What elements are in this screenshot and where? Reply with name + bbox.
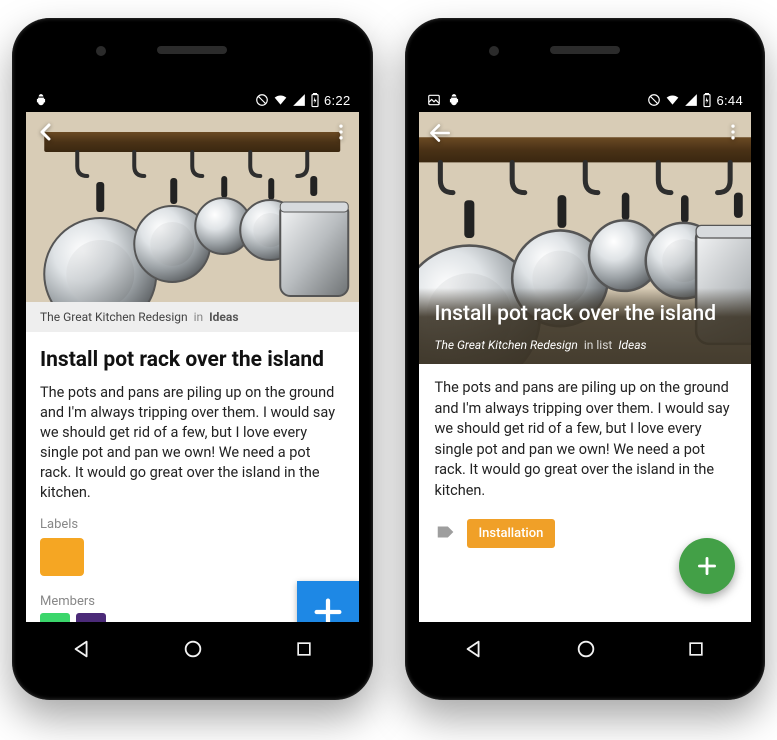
- card-title: Install pot rack over the island: [435, 302, 736, 328]
- battery-icon: [310, 93, 320, 108]
- plus-icon: [694, 553, 720, 579]
- block-icon: [255, 93, 269, 107]
- screen-left: 6:22 The Great Kitchen Redesign in Ideas: [26, 88, 359, 622]
- cover-image: [26, 112, 359, 302]
- content-area: The pots and pans are piling up on the g…: [419, 364, 752, 608]
- card-subtitle: The Great Kitchen Redesign in list Ideas: [435, 338, 736, 352]
- wifi-icon: [665, 93, 680, 107]
- add-fab[interactable]: [297, 581, 359, 622]
- overflow-menu-button[interactable]: [723, 120, 743, 150]
- cover-image: Install pot rack over the island The Gre…: [419, 112, 752, 364]
- android-nav-bar: [26, 628, 359, 674]
- add-fab[interactable]: [679, 538, 735, 594]
- board-name: The Great Kitchen Redesign: [40, 310, 188, 324]
- overflow-menu-button[interactable]: [331, 120, 351, 148]
- bug-icon: [447, 93, 461, 107]
- label-pill[interactable]: Installation: [467, 519, 556, 548]
- hero-overlay: Install pot rack over the island The Gre…: [419, 288, 752, 364]
- phone-left: 6:22 The Great Kitchen Redesign in Ideas: [12, 18, 373, 700]
- android-nav-bar: [419, 628, 752, 674]
- plus-icon: [311, 595, 345, 622]
- nav-back[interactable]: [71, 638, 93, 664]
- card-title: Install pot rack over the island: [40, 348, 345, 373]
- card-description: The pots and pans are piling up on the g…: [435, 378, 736, 501]
- block-icon: [647, 93, 661, 107]
- nav-recent[interactable]: [686, 639, 706, 663]
- signal-icon: [292, 93, 306, 107]
- tag-icon: [435, 521, 457, 547]
- wifi-icon: [273, 93, 288, 107]
- status-bar: 6:22: [26, 88, 359, 112]
- status-time: 6:22: [324, 93, 351, 108]
- board-name: The Great Kitchen Redesign: [435, 338, 578, 352]
- status-bar: 6:44: [419, 88, 752, 112]
- nav-back[interactable]: [463, 638, 485, 664]
- content-area: Install pot rack over the island The pot…: [26, 332, 359, 622]
- member-avatar[interactable]: [76, 613, 106, 622]
- signal-icon: [684, 93, 698, 107]
- status-time: 6:44: [716, 93, 743, 108]
- card-description: The pots and pans are piling up on the g…: [40, 383, 345, 503]
- list-name: Ideas: [618, 338, 646, 352]
- bug-icon: [34, 93, 48, 107]
- labels-heading: Labels: [40, 517, 345, 532]
- meta-bar: The Great Kitchen Redesign in Ideas: [26, 302, 359, 332]
- member-avatar[interactable]: [40, 613, 70, 622]
- screen-right: 6:44 Install pot rack over the island: [419, 88, 752, 622]
- nav-home[interactable]: [575, 638, 597, 664]
- label-chip[interactable]: [40, 538, 84, 576]
- nav-home[interactable]: [182, 638, 204, 664]
- list-name: Ideas: [209, 310, 238, 324]
- back-button[interactable]: [427, 120, 453, 150]
- nav-recent[interactable]: [294, 639, 314, 663]
- phone-right: 6:44 Install pot rack over the island: [405, 18, 766, 700]
- image-icon: [427, 93, 441, 107]
- back-button[interactable]: [34, 120, 58, 148]
- battery-icon: [702, 93, 712, 108]
- in-words: in list: [584, 338, 612, 352]
- in-word: in: [194, 310, 204, 324]
